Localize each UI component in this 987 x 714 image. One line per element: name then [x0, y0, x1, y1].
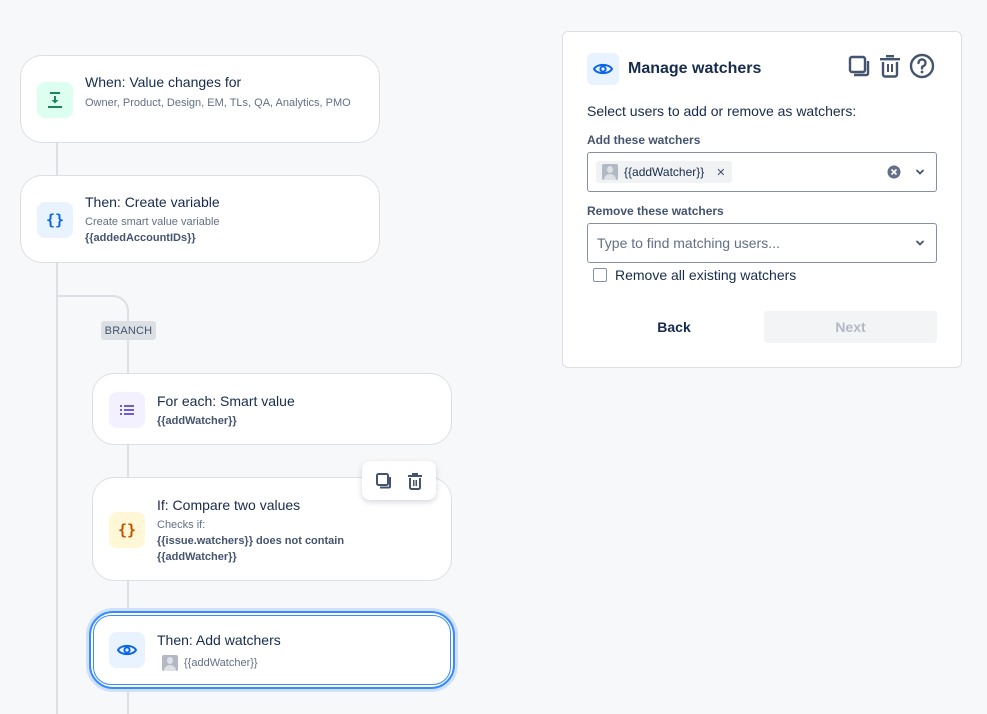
- manage-watchers-panel: Manage watchers Select users to add or r…: [562, 31, 962, 368]
- for-each-value: {{addWatcher}}: [157, 413, 237, 429]
- add-watchers-select[interactable]: {{addWatcher}} ✕: [587, 152, 937, 192]
- help-icon[interactable]: [909, 53, 935, 79]
- user-avatar: [602, 164, 618, 180]
- for-each-title: For each: Smart value: [157, 393, 295, 409]
- remove-chip-icon[interactable]: ✕: [716, 166, 725, 179]
- node-toolbar: [362, 461, 436, 500]
- curly-braces-icon: {}: [117, 521, 137, 539]
- trash-icon[interactable]: [407, 472, 423, 490]
- add-watchers-user: {{addWatcher}}: [162, 655, 258, 671]
- watcher-value: {{addWatcher}}: [184, 657, 258, 669]
- trigger-icon-box: [37, 82, 73, 118]
- branch-label: BRANCH: [101, 321, 156, 340]
- curly-braces-icon: {}: [45, 211, 65, 229]
- smart-value: {{addWatcher}}: [157, 415, 237, 427]
- selected-user-chip: {{addWatcher}} ✕: [596, 161, 732, 183]
- compare-values-expr-2: {{addWatcher}}: [157, 549, 237, 565]
- eye-icon: [117, 644, 137, 656]
- chevron-down-icon[interactable]: [914, 165, 926, 183]
- create-variable-value: {{addedAccountIDs}}: [85, 230, 196, 246]
- condition-value: {{addWatcher}}: [157, 551, 237, 563]
- panel-actions: [847, 53, 935, 79]
- create-variable-desc: Create smart value variable: [85, 216, 220, 228]
- for-each-node[interactable]: For each: Smart value {{addWatcher}}: [92, 373, 452, 445]
- add-watchers-label: Add these watchers: [587, 133, 701, 147]
- variable-icon-box: {}: [37, 202, 73, 238]
- trigger-node[interactable]: When: Value changes for Owner, Product, …: [20, 55, 380, 143]
- user-avatar: [162, 655, 178, 671]
- compare-values-expr-1: {{issue.watchers}} does not contain: [157, 533, 344, 549]
- remove-all-row: Remove all existing watchers: [593, 267, 796, 283]
- back-button[interactable]: Back: [587, 311, 761, 343]
- compare-values-title: If: Compare two values: [157, 497, 301, 513]
- variable-name: {{addedAccountIDs}}: [85, 232, 196, 244]
- eye-icon: [593, 63, 613, 75]
- duplicate-icon[interactable]: [375, 472, 393, 490]
- trigger-fields: Owner, Product, Design, EM, TLs, QA, Ana…: [85, 97, 351, 109]
- panel-title: Manage watchers: [628, 60, 762, 77]
- condition-expression: {{issue.watchers}} does not contain: [157, 535, 345, 547]
- next-button[interactable]: Next: [764, 311, 937, 343]
- add-watchers-icon-box: [109, 632, 145, 668]
- chip-label: {{addWatcher}}: [624, 165, 705, 179]
- remove-watchers-label: Remove these watchers: [587, 204, 724, 218]
- remove-watchers-select[interactable]: Type to find matching users...: [587, 223, 937, 263]
- add-watchers-title: Then: Add watchers: [157, 632, 281, 648]
- for-each-icon-box: [109, 392, 145, 428]
- trigger-title: When: Value changes for: [85, 74, 242, 90]
- create-variable-title: Then: Create variable: [85, 194, 220, 210]
- remove-all-checkbox[interactable]: [593, 268, 607, 282]
- list-icon: [120, 405, 134, 415]
- chevron-down-icon[interactable]: [914, 236, 926, 254]
- add-watchers-node[interactable]: Then: Add watchers {{addWatcher}}: [89, 611, 455, 689]
- panel-icon-box: [587, 53, 619, 85]
- download-arrow-icon: [48, 92, 62, 108]
- remove-watchers-placeholder: Type to find matching users...: [597, 235, 780, 251]
- create-variable-node[interactable]: {} Then: Create variable Create smart va…: [20, 175, 380, 263]
- clear-icon[interactable]: [887, 165, 901, 184]
- remove-all-label: Remove all existing watchers: [615, 267, 797, 283]
- duplicate-icon[interactable]: [847, 54, 871, 78]
- condition-icon-box: {}: [109, 512, 145, 548]
- compare-values-desc: Checks if:: [157, 519, 206, 531]
- panel-description: Select users to add or remove as watcher…: [587, 103, 857, 119]
- trash-icon[interactable]: [879, 54, 901, 78]
